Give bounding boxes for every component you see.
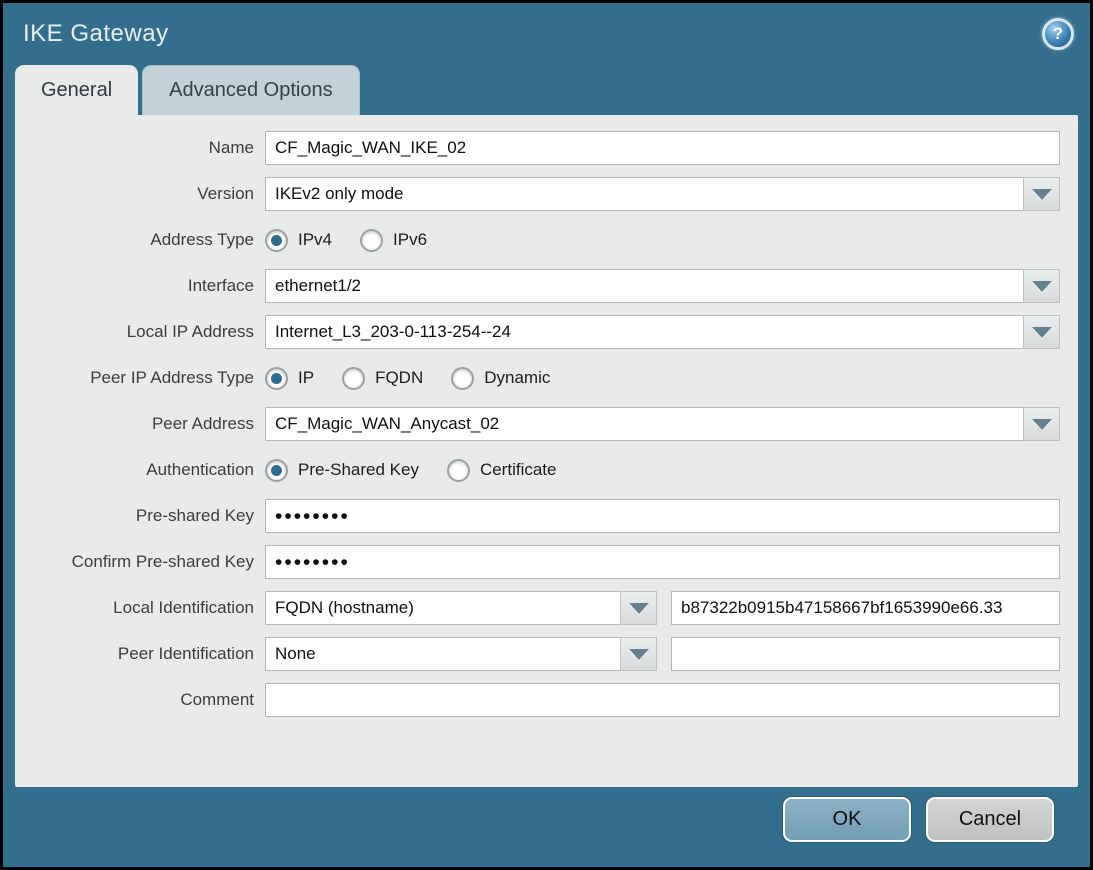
interface-row: Interface — [15, 269, 1060, 303]
tab-bar: General Advanced Options — [15, 65, 1090, 115]
chevron-down-icon — [629, 603, 649, 614]
dynamic-radio-label: Dynamic — [484, 368, 550, 388]
help-icon[interactable]: ? — [1042, 18, 1074, 50]
interface-dropdown-button[interactable] — [1023, 269, 1060, 303]
pre-shared-key-label: Pre-shared Key — [15, 506, 265, 526]
ipv4-radio-label: IPv4 — [298, 230, 332, 250]
interface-select[interactable] — [265, 269, 1023, 303]
authentication-row: Authentication Pre-Shared Key Certificat… — [15, 453, 1060, 487]
peer-identification-type-select[interactable] — [265, 637, 620, 671]
confirm-pre-shared-key-label: Confirm Pre-shared Key — [15, 552, 265, 572]
fqdn-radio[interactable] — [342, 367, 365, 390]
name-label: Name — [15, 138, 265, 158]
peer-type-option-fqdn[interactable]: FQDN — [342, 367, 423, 390]
dialog-title: IKE Gateway — [23, 20, 169, 48]
local-identification-dropdown-button[interactable] — [620, 591, 657, 625]
address-type-row: Address Type IPv4 IPv6 — [15, 223, 1060, 257]
interface-label: Interface — [15, 276, 265, 296]
version-dropdown-button[interactable] — [1023, 177, 1060, 211]
local-ip-address-label: Local IP Address — [15, 322, 265, 342]
cancel-button[interactable]: Cancel — [926, 797, 1054, 842]
general-tab-panel: Name Version Address Type IPv4 IP — [15, 115, 1078, 787]
local-identification-label: Local Identification — [15, 598, 265, 618]
ipv6-radio[interactable] — [360, 229, 383, 252]
peer-identification-dropdown-button[interactable] — [620, 637, 657, 671]
pre-shared-key-radio[interactable] — [265, 459, 288, 482]
auth-option-certificate[interactable]: Certificate — [447, 459, 557, 482]
chevron-down-icon — [1032, 281, 1052, 292]
tab-advanced-options[interactable]: Advanced Options — [142, 65, 359, 115]
address-type-label: Address Type — [15, 230, 265, 250]
peer-address-select[interactable] — [265, 407, 1023, 441]
peer-ip-address-type-row: Peer IP Address Type IP FQDN Dynamic — [15, 361, 1060, 395]
comment-label: Comment — [15, 690, 265, 710]
dynamic-radio[interactable] — [451, 367, 474, 390]
address-type-option-ipv4[interactable]: IPv4 — [265, 229, 332, 252]
local-ip-address-dropdown-button[interactable] — [1023, 315, 1060, 349]
confirm-pre-shared-key-row: Confirm Pre-shared Key — [15, 545, 1060, 579]
peer-address-label: Peer Address — [15, 414, 265, 434]
peer-ip-address-type-label: Peer IP Address Type — [15, 368, 265, 388]
peer-address-row: Peer Address — [15, 407, 1060, 441]
dialog-footer: OK Cancel — [3, 787, 1090, 842]
certificate-radio[interactable] — [447, 459, 470, 482]
ipv6-radio-label: IPv6 — [393, 230, 427, 250]
confirm-pre-shared-key-input[interactable] — [265, 545, 1060, 579]
dialog-titlebar: IKE Gateway ? — [3, 3, 1090, 65]
ip-radio-label: IP — [298, 368, 314, 388]
pre-shared-key-row: Pre-shared Key — [15, 499, 1060, 533]
name-input[interactable] — [265, 131, 1060, 165]
tab-general[interactable]: General — [15, 65, 138, 115]
peer-identification-value-input[interactable] — [671, 637, 1060, 671]
ip-radio[interactable] — [265, 367, 288, 390]
peer-address-dropdown-button[interactable] — [1023, 407, 1060, 441]
version-label: Version — [15, 184, 265, 204]
peer-identification-row: Peer Identification — [15, 637, 1060, 671]
ike-gateway-dialog: { "dialog": { "title": "IKE Gateway" }, … — [0, 0, 1093, 870]
ok-button[interactable]: OK — [783, 797, 911, 842]
version-row: Version — [15, 177, 1060, 211]
comment-row: Comment — [15, 683, 1060, 717]
local-identification-type-select[interactable] — [265, 591, 620, 625]
chevron-down-icon — [1032, 419, 1052, 430]
version-select[interactable] — [265, 177, 1023, 211]
local-ip-address-select[interactable] — [265, 315, 1023, 349]
ipv4-radio[interactable] — [265, 229, 288, 252]
peer-type-option-dynamic[interactable]: Dynamic — [451, 367, 550, 390]
auth-option-pre-shared-key[interactable]: Pre-Shared Key — [265, 459, 419, 482]
comment-input[interactable] — [265, 683, 1060, 717]
local-identification-value-input[interactable] — [671, 591, 1060, 625]
authentication-label: Authentication — [15, 460, 265, 480]
local-identification-row: Local Identification — [15, 591, 1060, 625]
certificate-radio-label: Certificate — [480, 460, 557, 480]
pre-shared-key-radio-label: Pre-Shared Key — [298, 460, 419, 480]
chevron-down-icon — [629, 649, 649, 660]
peer-type-option-ip[interactable]: IP — [265, 367, 314, 390]
address-type-option-ipv6[interactable]: IPv6 — [360, 229, 427, 252]
pre-shared-key-input[interactable] — [265, 499, 1060, 533]
name-row: Name — [15, 131, 1060, 165]
chevron-down-icon — [1032, 327, 1052, 338]
peer-identification-label: Peer Identification — [15, 644, 265, 664]
chevron-down-icon — [1032, 189, 1052, 200]
local-ip-address-row: Local IP Address — [15, 315, 1060, 349]
fqdn-radio-label: FQDN — [375, 368, 423, 388]
